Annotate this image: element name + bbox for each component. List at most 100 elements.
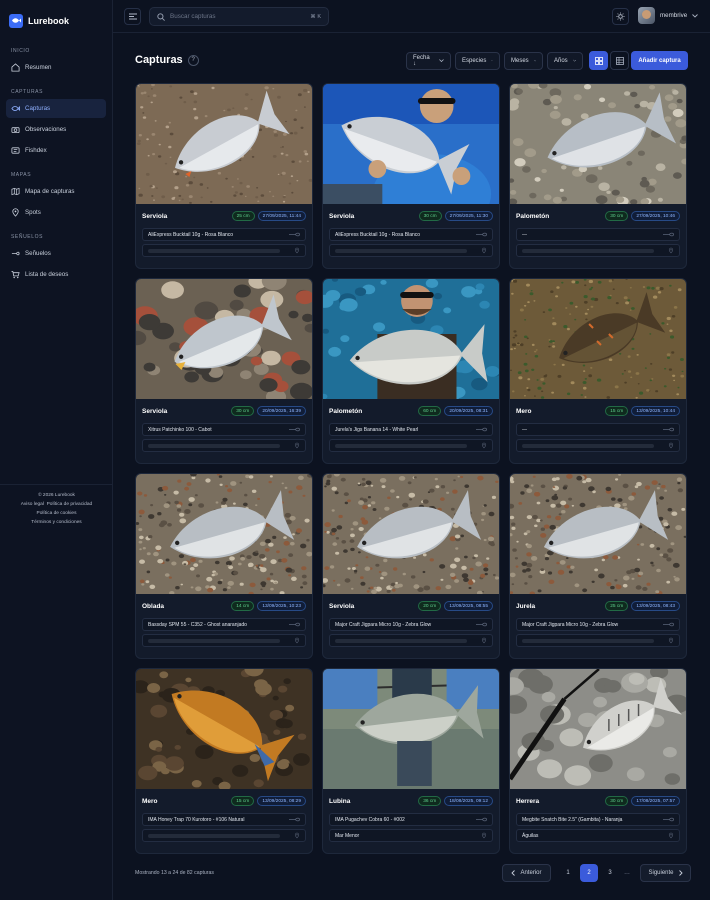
- page-number-button[interactable]: 3: [601, 864, 619, 882]
- sidebar-item-cart[interactable]: Lista de deseos: [6, 265, 106, 284]
- capture-card[interactable]: Serviola 20 cm 13/09/2025, 08:55 Major C…: [322, 473, 500, 659]
- map-pin-icon[interactable]: [481, 247, 487, 254]
- filter-dropdown[interactable]: Fecha ↓: [406, 52, 451, 70]
- capture-photo[interactable]: [136, 474, 312, 594]
- location-placeholder: [148, 638, 280, 643]
- filter-dropdown[interactable]: Especies: [455, 52, 500, 70]
- search-box[interactable]: ⌘ K: [149, 7, 329, 26]
- next-page-button[interactable]: Siguiente: [640, 864, 691, 882]
- sidebar-item-label: Observaciones: [25, 126, 67, 133]
- home-icon: [11, 63, 20, 72]
- location-row: [516, 244, 680, 257]
- grid-view-button[interactable]: [589, 51, 608, 70]
- theme-toggle-button[interactable]: [612, 8, 629, 25]
- sidebar-item-camera[interactable]: Observaciones: [6, 120, 106, 139]
- captures-grid: Serviola 25 cm 27/09/2025, 11:44 AliExpr…: [135, 83, 687, 854]
- capture-photo[interactable]: [323, 279, 499, 399]
- chevron-down-icon: [692, 13, 698, 18]
- filter-dropdown[interactable]: Años: [547, 52, 583, 70]
- sidebar-item-lure[interactable]: Señuelos: [6, 244, 106, 263]
- capture-card[interactable]: Serviola 30 cm 27/09/2025, 11:30 AliExpr…: [322, 83, 500, 269]
- chevron-right-icon: [678, 870, 683, 876]
- size-badge: 30 cm: [418, 211, 442, 221]
- sidebar-item-pin[interactable]: Spots: [6, 203, 106, 222]
- user-menu[interactable]: membrive: [638, 7, 698, 24]
- sidebar-item-id-card[interactable]: Fishdex: [6, 141, 106, 160]
- copyright: © 2026 Lurebook: [38, 493, 75, 498]
- location-placeholder: [335, 248, 467, 253]
- capture-card[interactable]: Mero 15 cm 13/09/2025, 08:29 IMA Honey T…: [135, 668, 313, 854]
- location-placeholder: [148, 833, 280, 838]
- page-number-button[interactable]: 2: [580, 864, 598, 882]
- filter-dropdown[interactable]: Meses: [504, 52, 543, 70]
- brand[interactable]: Lurebook: [0, 0, 112, 30]
- map-pin-icon[interactable]: [481, 442, 487, 449]
- sidebar: Lurebook INICIO Resumen CAPTURAS Captura…: [0, 0, 113, 900]
- legal-link[interactable]: Aviso legal: [21, 502, 44, 507]
- size-badge: 15 cm: [605, 406, 629, 416]
- sidebar-toggle-button[interactable]: [124, 8, 141, 25]
- capture-card[interactable]: Oblada 14 cm 13/09/2025, 10:23 Bassday S…: [135, 473, 313, 659]
- capture-photo[interactable]: [510, 669, 686, 789]
- capture-photo[interactable]: [323, 474, 499, 594]
- capture-photo[interactable]: [510, 474, 686, 594]
- sidebar-item-label: Lista de deseos: [25, 271, 69, 278]
- map-pin-icon[interactable]: [294, 637, 300, 644]
- map-pin-icon[interactable]: [668, 442, 674, 449]
- capture-card[interactable]: Serviola 25 cm 27/09/2025, 11:44 AliExpr…: [135, 83, 313, 269]
- map-pin-icon[interactable]: [294, 442, 300, 449]
- map-pin-icon[interactable]: [668, 247, 674, 254]
- chevron-down-icon: [491, 60, 493, 62]
- map-pin-icon[interactable]: [481, 832, 487, 839]
- lure-row: —: [516, 228, 680, 241]
- location-placeholder: [522, 248, 654, 253]
- search-input[interactable]: [170, 13, 306, 20]
- lure-icon: [476, 427, 487, 432]
- capture-card[interactable]: Herrera 30 cm 17/08/2025, 07:57 Megbite …: [509, 668, 687, 854]
- capture-card[interactable]: Lubina 36 cm 18/08/2025, 09:12 IMA Pugac…: [322, 668, 500, 854]
- page-title-text: Capturas: [135, 54, 183, 66]
- sidebar-item-map[interactable]: Mapa de capturas: [6, 182, 106, 201]
- capture-header: Serviola 25 cm 27/09/2025, 11:44: [136, 206, 312, 226]
- help-icon[interactable]: ?: [187, 54, 199, 66]
- map-pin-icon[interactable]: [294, 247, 300, 254]
- add-capture-button[interactable]: Añadir captura: [631, 51, 688, 70]
- capture-card[interactable]: Palometón 60 cm 20/09/2025, 08:31 Jurela…: [322, 278, 500, 464]
- map-pin-icon[interactable]: [481, 637, 487, 644]
- cookies-link[interactable]: Política de cookies: [0, 509, 113, 518]
- privacy-link[interactable]: Política de privacidad: [47, 502, 93, 507]
- capture-species: Serviola: [329, 212, 355, 220]
- capture-species: Oblada: [142, 602, 165, 610]
- capture-photo[interactable]: [323, 669, 499, 789]
- pagination: Anterior 1 2 3 … Siguiente: [502, 864, 691, 882]
- capture-photo[interactable]: [136, 84, 312, 204]
- capture-species: Palometón: [329, 407, 363, 415]
- table-view-button[interactable]: [610, 51, 629, 70]
- map-pin-icon[interactable]: [294, 832, 300, 839]
- capture-species: Serviola: [142, 212, 168, 220]
- sidebar-item-fish[interactable]: Capturas: [6, 99, 106, 118]
- date-badge: 27/09/2025, 11:30: [444, 211, 493, 221]
- page-numbers: 1 2 3…: [559, 864, 632, 882]
- sidebar-item-home[interactable]: Resumen: [6, 58, 106, 77]
- page-number-button[interactable]: 1: [559, 864, 577, 882]
- capture-lure: IMA Pugachev Cobra 60 - #002: [335, 816, 405, 823]
- map-pin-icon[interactable]: [668, 832, 674, 839]
- capture-card[interactable]: Palometón 30 cm 27/09/2025, 10:46 —: [509, 83, 687, 269]
- map-pin-icon[interactable]: [668, 637, 674, 644]
- capture-card[interactable]: Mero 15 cm 13/09/2025, 10:44 —: [509, 278, 687, 464]
- lure-icon: [11, 251, 20, 256]
- capture-header: Serviola 30 cm 27/09/2025, 11:30: [323, 206, 499, 226]
- capture-lure: AliExpress Bucktail 10g - Rosa Blanco: [335, 231, 421, 238]
- capture-photo[interactable]: [510, 279, 686, 399]
- terms-link[interactable]: Términos y condiciones: [0, 518, 113, 527]
- capture-photo[interactable]: [136, 669, 312, 789]
- pagination-summary: Mostrando 13 a 24 de 82 capturas: [135, 870, 215, 876]
- capture-photo[interactable]: [323, 84, 499, 204]
- date-badge: 17/08/2025, 07:57: [631, 796, 680, 806]
- prev-page-button[interactable]: Anterior: [502, 864, 551, 882]
- capture-photo[interactable]: [510, 84, 686, 204]
- capture-card[interactable]: Jurela 25 cm 13/09/2025, 08:43 Major Cra…: [509, 473, 687, 659]
- capture-photo[interactable]: [136, 279, 312, 399]
- capture-card[interactable]: Serviola 30 cm 20/09/2025, 16:39 Xitrus …: [135, 278, 313, 464]
